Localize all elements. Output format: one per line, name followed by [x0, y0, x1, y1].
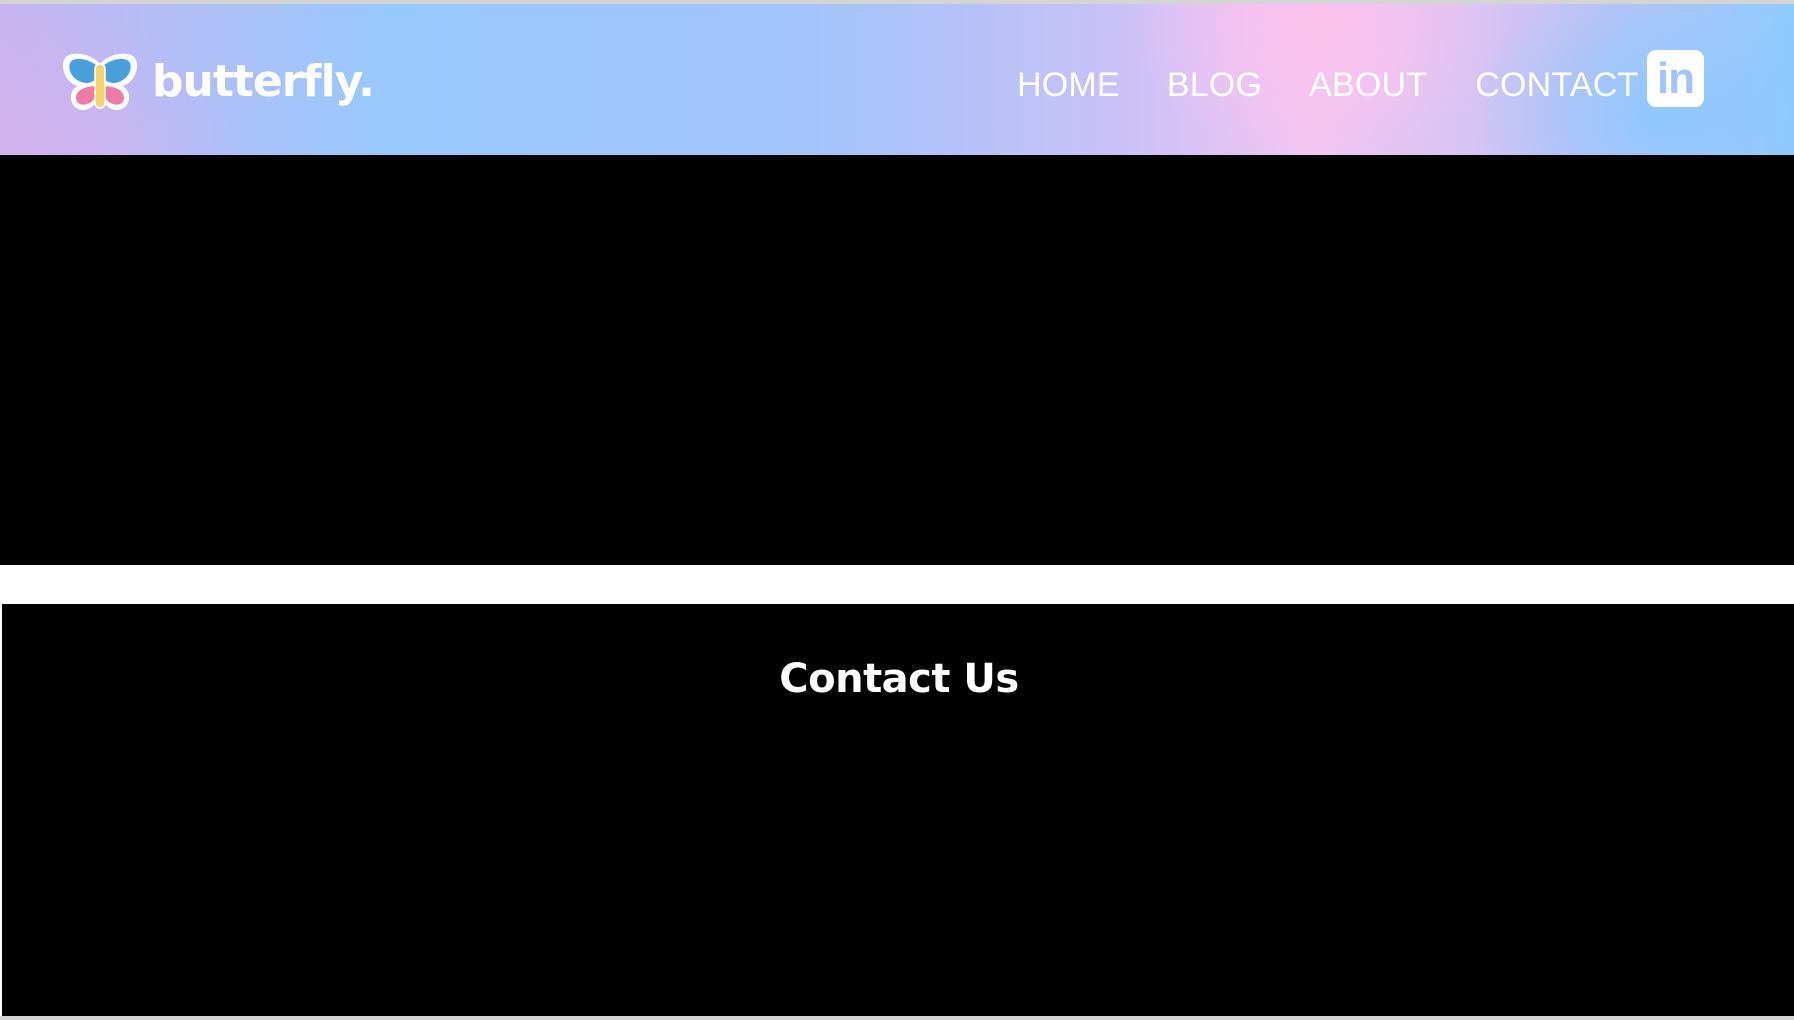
nav-home-link[interactable]: HOME — [1017, 60, 1120, 110]
linkedin-label: in — [1656, 54, 1695, 103]
bottom-border — [0, 1016, 1794, 1020]
nav-contact-link[interactable]: CONTACT — [1475, 60, 1638, 110]
main-nav: HOME BLOG ABOUT CONTACT — [1017, 60, 1638, 110]
hero-section — [0, 155, 1794, 565]
nav-about-link[interactable]: ABOUT — [1309, 60, 1427, 110]
page: butterfly. HOME BLOG ABOUT CONTACT in Co… — [0, 0, 1794, 1020]
linkedin-icon[interactable]: in — [1647, 50, 1704, 107]
contact-section: Contact Us — [0, 604, 1794, 1016]
brand-logo[interactable]: butterfly. — [60, 50, 375, 114]
butterfly-icon — [62, 53, 138, 111]
site-header: butterfly. HOME BLOG ABOUT CONTACT in — [0, 4, 1794, 155]
brand-name: butterfly. — [152, 56, 375, 107]
contact-title: Contact Us — [779, 656, 1019, 702]
nav-blog-link[interactable]: BLOG — [1167, 60, 1262, 110]
